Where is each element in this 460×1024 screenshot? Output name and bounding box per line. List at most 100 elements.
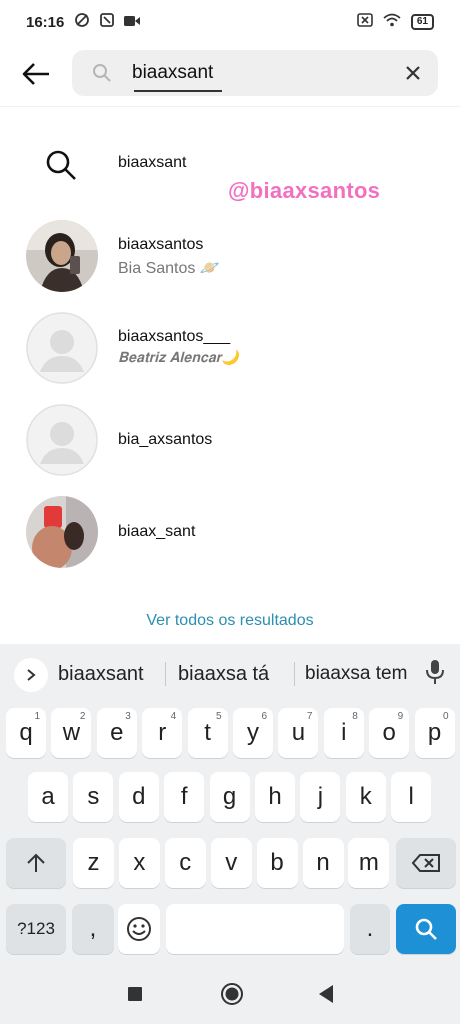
key-n[interactable]: n [302,838,344,888]
key-label: z [87,849,100,876]
shift-arrow-icon [27,853,45,872]
chevron-right-icon [27,669,36,681]
key-label: t [204,719,211,746]
key-g[interactable]: g [209,772,250,822]
key-l[interactable]: l [391,772,432,822]
back-triangle-icon[interactable] [318,984,334,1004]
key-label: i [341,719,347,746]
status-bar: 16:16 61 [0,0,460,44]
sim-off-icon [357,13,373,31]
clear-search-icon[interactable] [402,62,424,84]
key-hint: 3 [125,711,131,722]
key-label: o [382,719,396,746]
key-label: d [132,783,146,810]
expand-toolbar-button[interactable] [14,658,48,692]
search-icon [46,150,76,180]
key-hint: 2 [79,711,86,722]
key-label: h [268,783,282,810]
key-label: k [359,783,372,810]
back-button[interactable] [16,57,56,91]
key-x[interactable]: x [118,838,160,888]
key-label: y [247,719,259,746]
key-c[interactable]: c [164,838,206,888]
key-i[interactable]: i8 [323,708,364,758]
suggestion-divider [165,662,166,686]
backspace-icon [411,854,440,872]
back-arrow-icon [22,63,49,85]
key-u[interactable]: u7 [278,708,319,758]
key-f[interactable]: f [164,772,205,822]
key-label: l [408,783,414,810]
period-key[interactable]: . [350,904,390,954]
symbols-key[interactable]: ?123 [6,904,66,954]
emoji-icon [127,917,151,941]
search-icon [93,64,111,82]
key-p[interactable]: p0 [414,708,455,758]
search-result-row[interactable]: biaaxsantos Bia Santos 🪐 [0,212,460,292]
battery-indicator: 61 [410,14,434,30]
suggestion-divider [294,662,295,686]
see-all-results-link[interactable]: Ver todos os resultados [0,612,460,630]
key-label: p [427,719,442,746]
keyboard-suggestion[interactable]: biaaxsant [58,660,144,688]
result-username: biaaxsantos [118,236,204,253]
key-label: q [19,719,33,746]
key-hint: 0 [443,711,449,722]
key-label: n [316,849,330,876]
key-y[interactable]: y6 [233,708,273,758]
result-fullname: Bia Santos 🪐 [118,260,220,277]
search-box[interactable] [72,50,438,96]
comma-key[interactable]: , [72,904,114,954]
search-result-row[interactable]: biaaxsantos___ 𝐁𝐞𝐚𝐭𝐫𝐢𝐳 𝐀𝐥𝐞𝐧𝐜𝐚𝐫🌙 [0,304,460,384]
avatar [26,496,98,568]
key-r[interactable]: r4 [142,708,183,758]
key-j[interactable]: j [300,772,341,822]
space-key[interactable] [166,904,344,954]
key-hint: 7 [306,711,313,722]
video-camera-icon [124,14,141,31]
recent-apps-square-icon[interactable] [127,986,143,1002]
key-z[interactable]: z [73,838,114,888]
key-label: a [41,783,55,810]
key-d[interactable]: d [118,772,159,822]
shift-key[interactable] [6,838,66,888]
keyboard-suggestion[interactable]: biaaxsa tá [178,660,269,688]
keyboard-suggestion[interactable]: biaaxsa tem [305,660,407,688]
result-username: bia_axsantos [118,431,213,448]
search-header [0,44,460,104]
key-hint: 9 [397,711,404,722]
key-h[interactable]: h [255,772,295,822]
avatar [26,220,98,292]
query-suggestion-text: biaaxsant [118,154,187,171]
nfc-icon [100,13,115,31]
key-hint: 8 [352,711,358,722]
key-b[interactable]: b [256,838,298,888]
key-label: w [62,719,81,746]
key-t[interactable]: t5 [187,708,228,758]
key-e[interactable]: e3 [96,708,137,758]
key-q[interactable]: q1 [6,708,46,758]
search-enter-key[interactable] [396,904,456,954]
search-result-row[interactable]: biaax_sant [0,488,460,568]
key-label: g [222,783,237,810]
system-navigation-bar [0,964,460,1024]
key-v[interactable]: v [210,838,252,888]
search-input[interactable] [132,58,392,88]
key-s[interactable]: s [73,772,114,822]
home-circle-icon[interactable] [220,982,244,1006]
key-o[interactable]: o9 [369,708,410,758]
default-avatar-icon [26,404,98,476]
on-screen-keyboard: biaaxsant biaaxsa tá biaaxsa tem ?123 , … [0,644,460,964]
key-label: x [133,849,146,876]
key-m[interactable]: m [348,838,390,888]
key-a[interactable]: a [28,772,68,822]
microphone-icon [426,660,444,684]
key-k[interactable]: k [345,772,386,822]
backspace-key[interactable] [396,838,456,888]
search-result-row[interactable]: bia_axsantos [0,396,460,476]
key-label: m [358,849,379,876]
voice-input-button[interactable] [424,658,446,691]
emoji-key[interactable] [118,904,160,954]
key-label: f [180,783,188,810]
key-w[interactable]: w2 [51,708,92,758]
